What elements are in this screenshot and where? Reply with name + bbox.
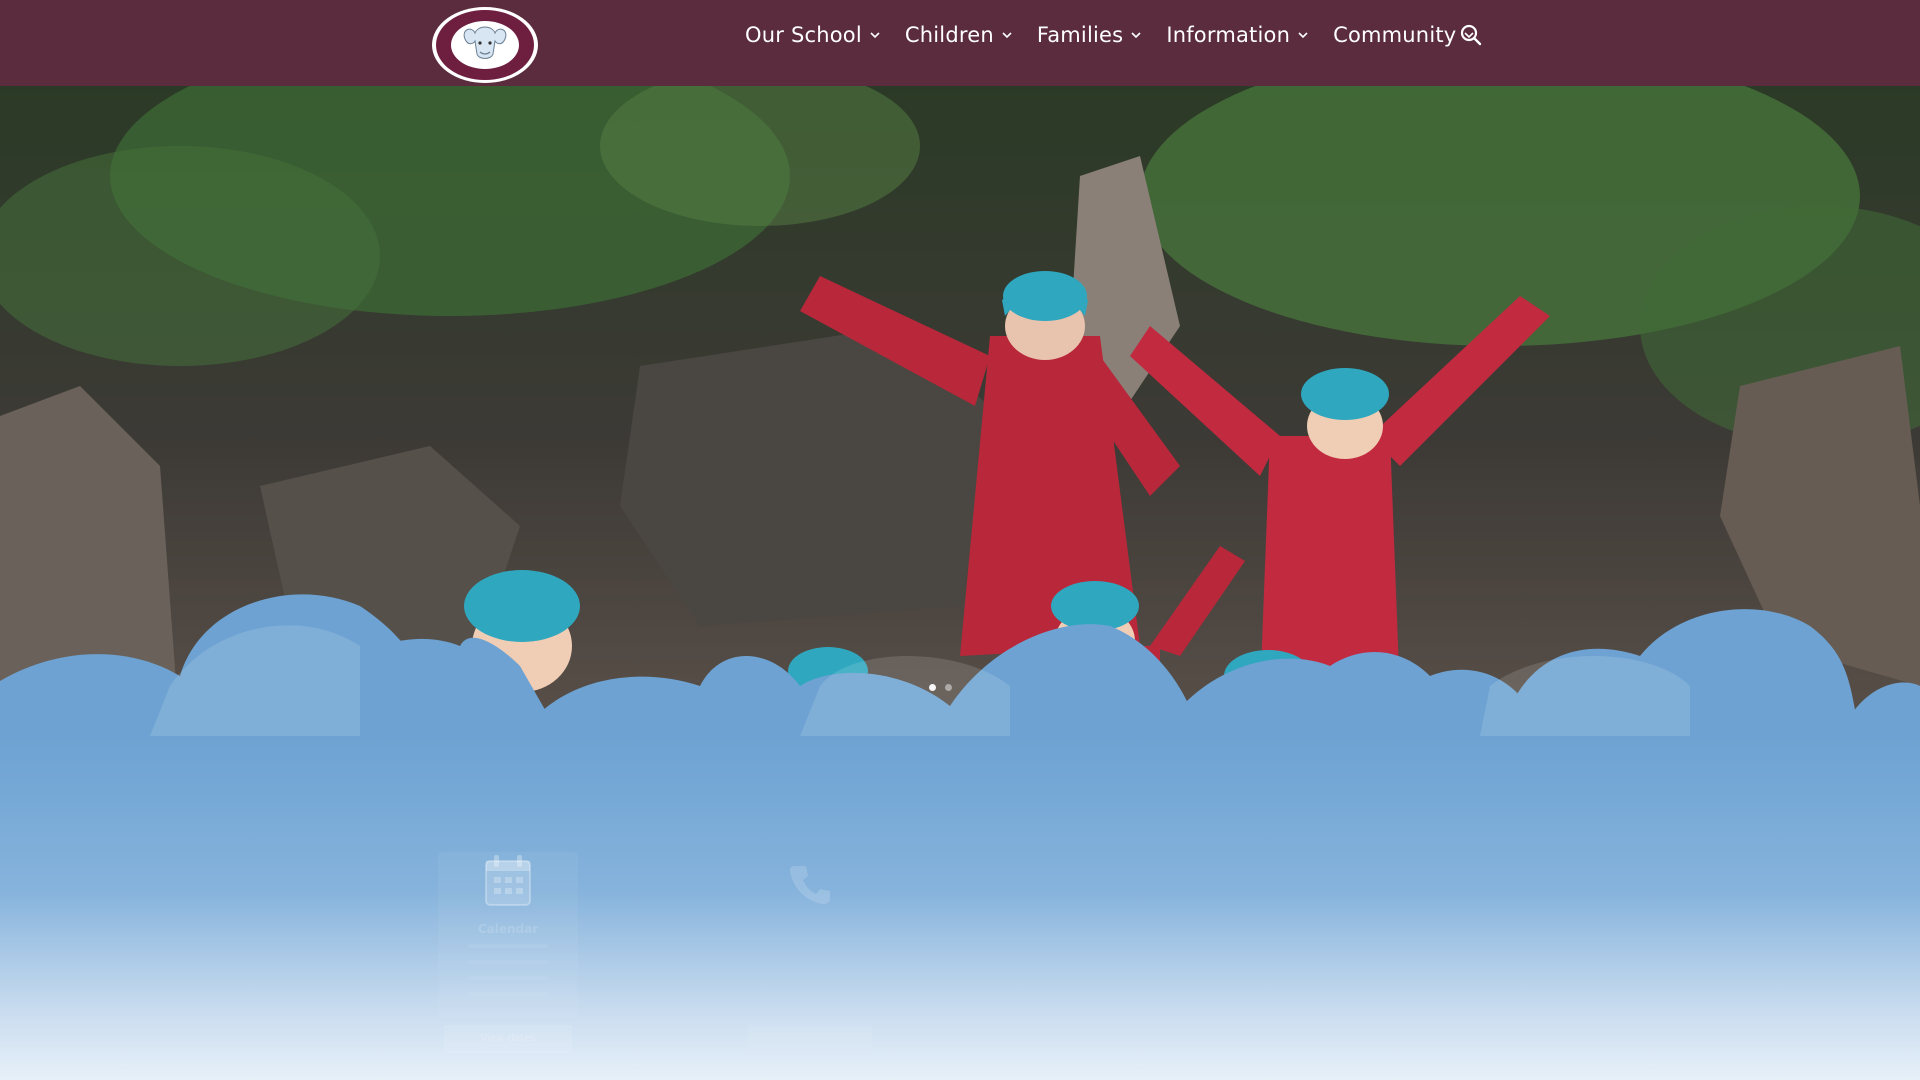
- phone-icon: [790, 866, 830, 904]
- slider-dot-1[interactable]: [929, 684, 936, 691]
- nav-our-school[interactable]: Our School: [745, 23, 881, 47]
- nav-families[interactable]: Families: [1037, 23, 1142, 47]
- chevron-down-icon: [1131, 32, 1141, 39]
- nav-information[interactable]: Information: [1166, 23, 1309, 47]
- nav-community[interactable]: Community: [1333, 23, 1475, 47]
- calendar-icon: [485, 855, 531, 906]
- nav-label: Our School: [745, 23, 862, 47]
- chevron-down-icon: [1002, 32, 1012, 39]
- nav-label: Community: [1333, 23, 1457, 47]
- contact-button[interactable]: [748, 1025, 872, 1051]
- chevron-down-icon: [1298, 32, 1308, 39]
- quick-links-section: [0, 736, 1920, 1080]
- school-logo[interactable]: [431, 6, 539, 84]
- chevron-down-icon: [870, 32, 880, 39]
- site-header: Our School Children Families Information…: [0, 0, 1920, 86]
- hero-slider: [0, 86, 1920, 736]
- main-nav: Our School Children Families Information…: [745, 20, 1499, 50]
- slider-dot-2[interactable]: [945, 684, 952, 691]
- nav-children[interactable]: Children: [905, 23, 1013, 47]
- ram-head-icon: [432, 7, 538, 83]
- search-button[interactable]: [1458, 22, 1484, 48]
- search-icon: [1460, 24, 1482, 46]
- hero-photo: [0, 86, 1920, 736]
- calendar-description: [468, 944, 548, 1008]
- nav-label: Children: [904, 23, 994, 47]
- slider-pagination: [929, 684, 961, 691]
- nav-label: Families: [1036, 23, 1124, 47]
- nav-label: Information: [1166, 23, 1291, 47]
- calendar-title: Calendar: [477, 922, 539, 936]
- view-dates-button[interactable]: View dates: [444, 1025, 572, 1053]
